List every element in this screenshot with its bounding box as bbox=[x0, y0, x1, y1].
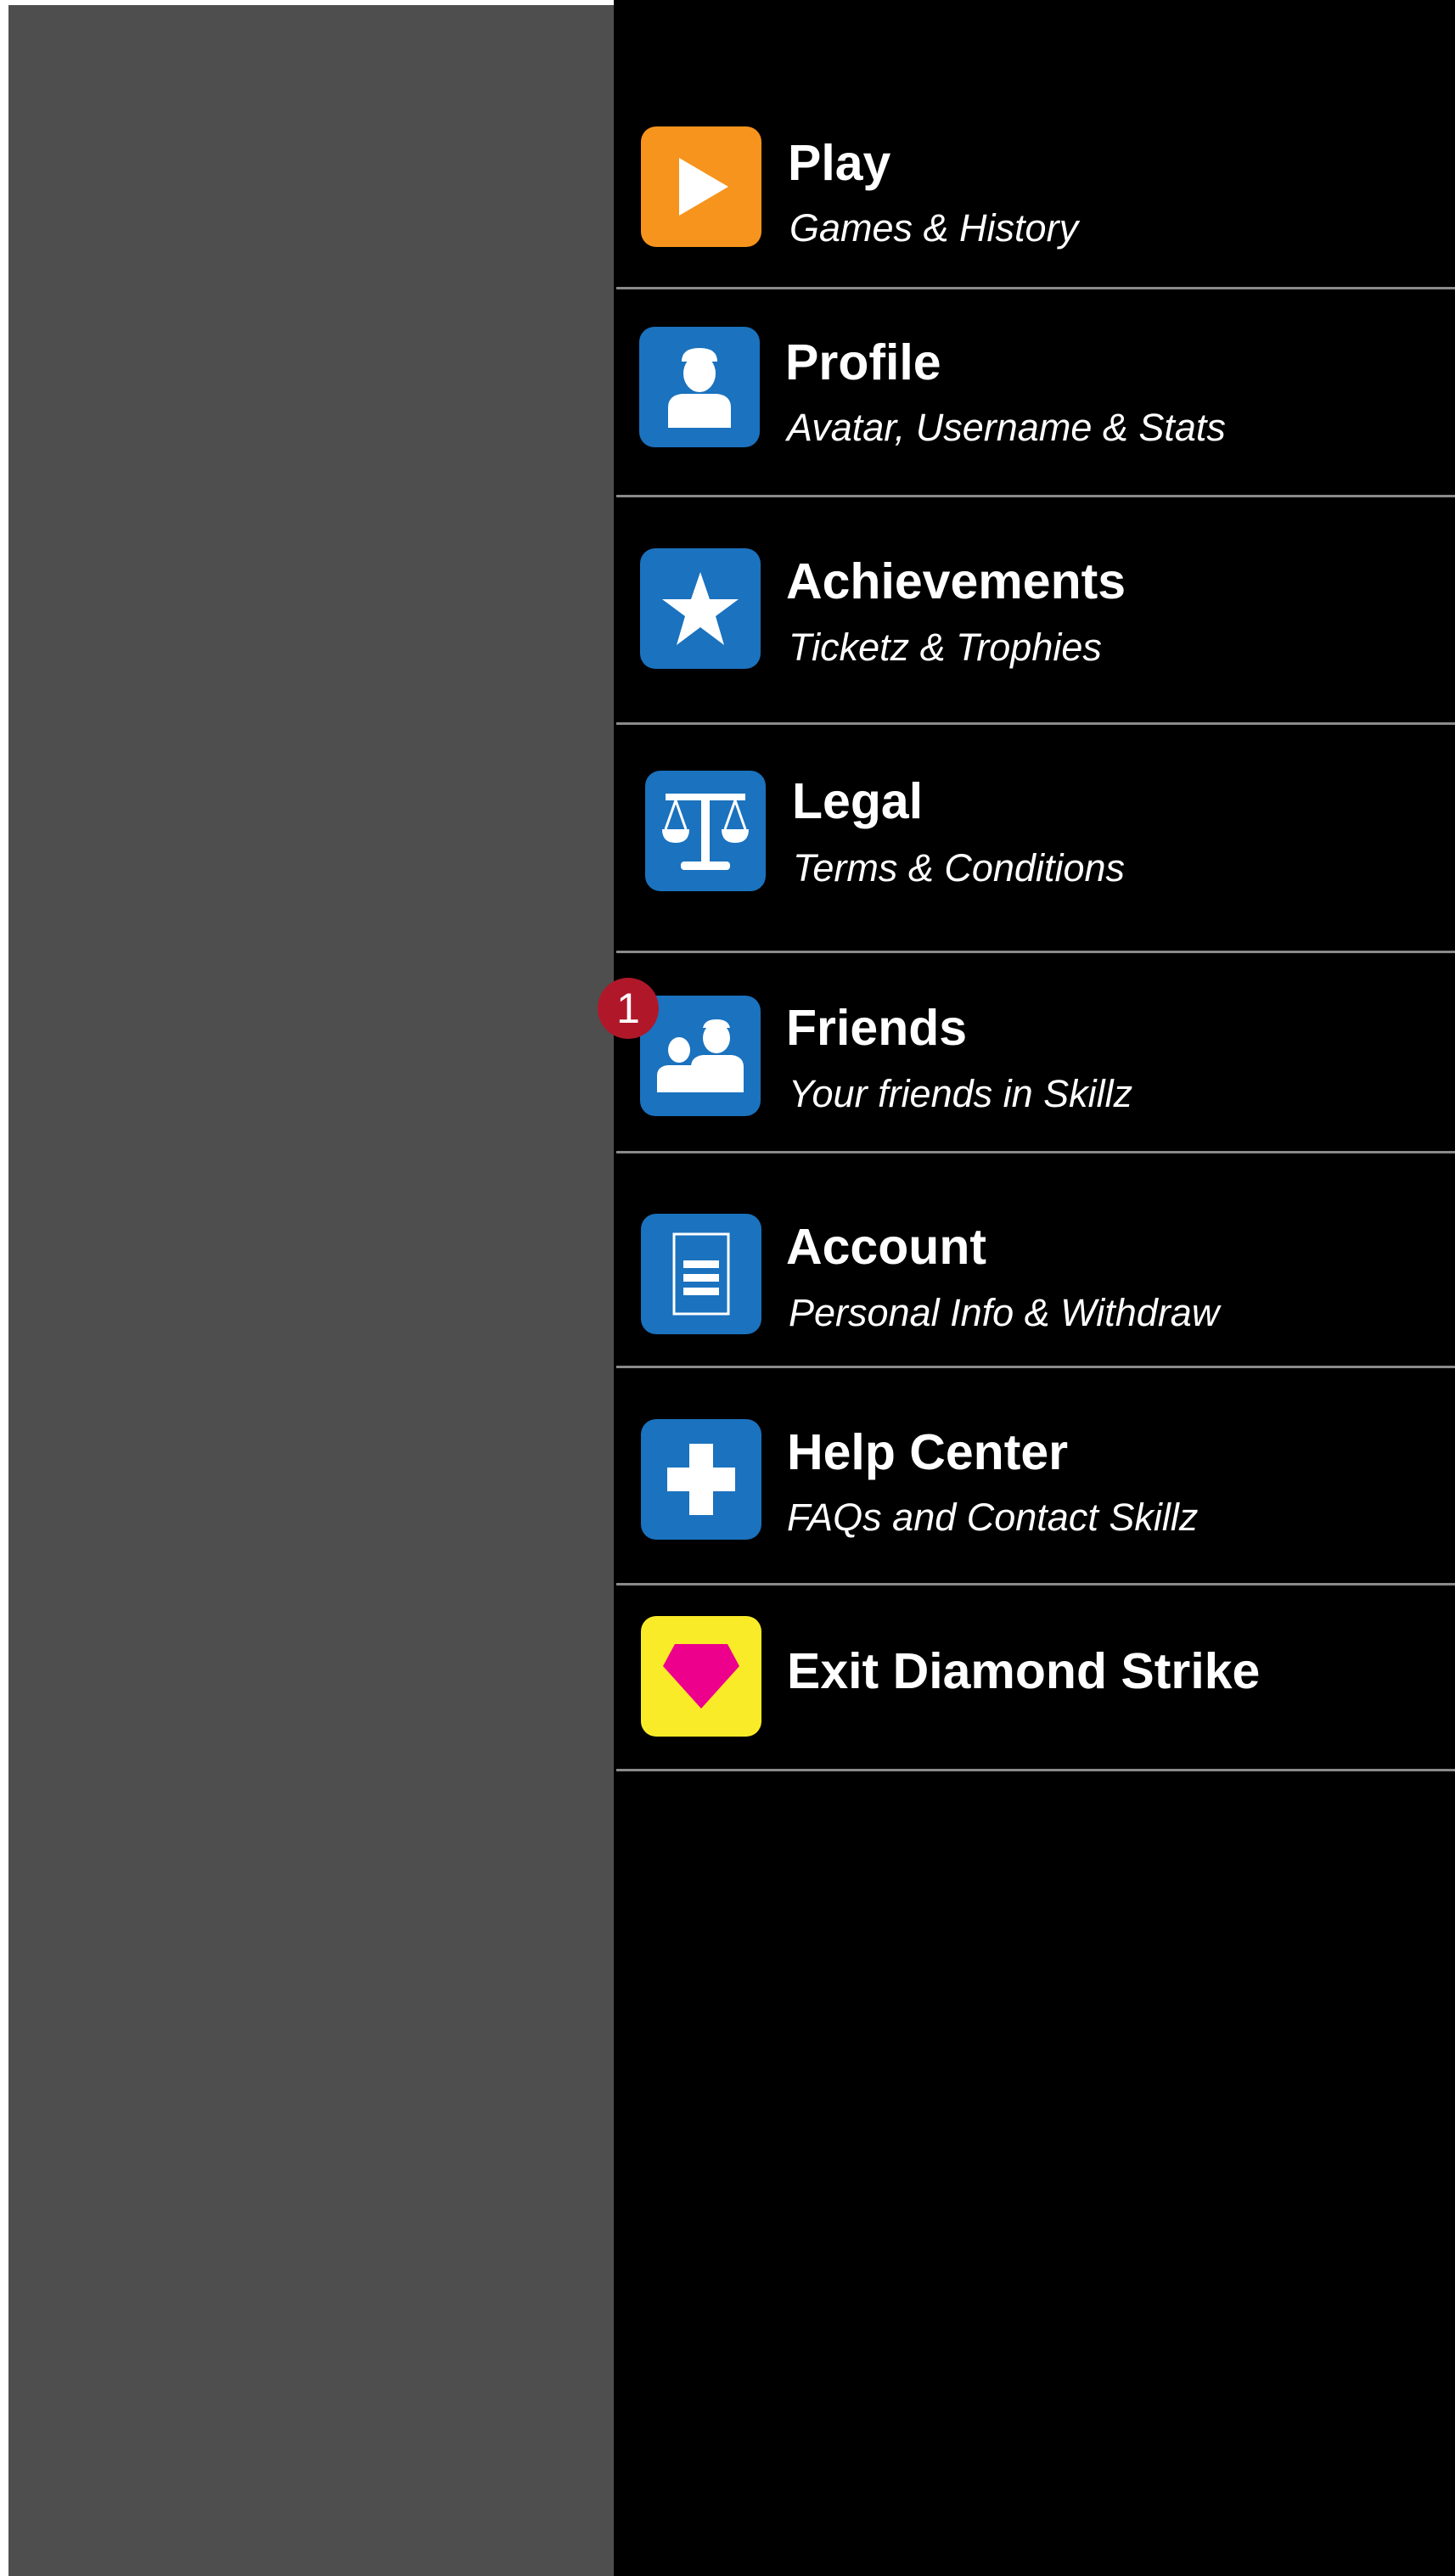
menu-item-subtitle: Games & History bbox=[789, 206, 1079, 250]
play-icon bbox=[641, 126, 761, 247]
menu-item-friends[interactable]: 1 Friends Your friends in Skillz bbox=[598, 953, 1455, 1152]
menu-item-title: Help Center bbox=[787, 1424, 1069, 1480]
diamond-icon bbox=[641, 1616, 761, 1737]
menu-item-subtitle: Your friends in Skillz bbox=[789, 1072, 1133, 1115]
menu-item-account[interactable]: Account Personal Info & Withdraw bbox=[614, 1153, 1455, 1367]
divider bbox=[616, 1769, 1455, 1771]
side-menu-drawer: Play Games & History Profile Avatar, Use… bbox=[598, 0, 1455, 2576]
star-icon bbox=[640, 548, 761, 669]
app-screen: Play Games & History Profile Avatar, Use… bbox=[0, 0, 1455, 2576]
document-icon bbox=[641, 1214, 761, 1334]
menu-item-subtitle: FAQs and Contact Skillz bbox=[787, 1496, 1199, 1539]
menu-item-title: Play bbox=[788, 135, 891, 191]
menu-item-title: Achievements bbox=[786, 553, 1126, 609]
menu-item-legal[interactable]: Legal Terms & Conditions bbox=[614, 725, 1455, 952]
menu-item-title: Exit Diamond Strike bbox=[787, 1643, 1261, 1699]
menu-item-help-center[interactable]: Help Center FAQs and Contact Skillz bbox=[614, 1368, 1455, 1584]
menu-item-achievements[interactable]: Achievements Ticketz & Trophies bbox=[614, 497, 1455, 724]
notification-badge: 1 bbox=[598, 978, 659, 1039]
menu-item-subtitle: Avatar, Username & Stats bbox=[787, 406, 1226, 449]
menu-item-subtitle: Personal Info & Withdraw bbox=[789, 1291, 1220, 1334]
menu-item-exit-diamond-strike[interactable]: Exit Diamond Strike bbox=[614, 1585, 1455, 1769]
menu-item-title: Profile bbox=[785, 334, 941, 390]
menu-item-subtitle: Terms & Conditions bbox=[793, 846, 1126, 890]
menu-item-title: Account bbox=[786, 1219, 986, 1275]
menu-item-title: Friends bbox=[786, 1000, 968, 1056]
plus-icon bbox=[641, 1419, 761, 1540]
scales-icon bbox=[645, 771, 766, 891]
menu-item-play[interactable]: Play Games & History bbox=[614, 0, 1455, 289]
dimmed-background-overlay[interactable] bbox=[8, 5, 614, 2576]
menu-item-profile[interactable]: Profile Avatar, Username & Stats bbox=[614, 289, 1455, 496]
menu-item-subtitle: Ticketz & Trophies bbox=[789, 626, 1102, 669]
user-icon bbox=[639, 327, 760, 447]
menu-item-title: Legal bbox=[792, 773, 924, 829]
